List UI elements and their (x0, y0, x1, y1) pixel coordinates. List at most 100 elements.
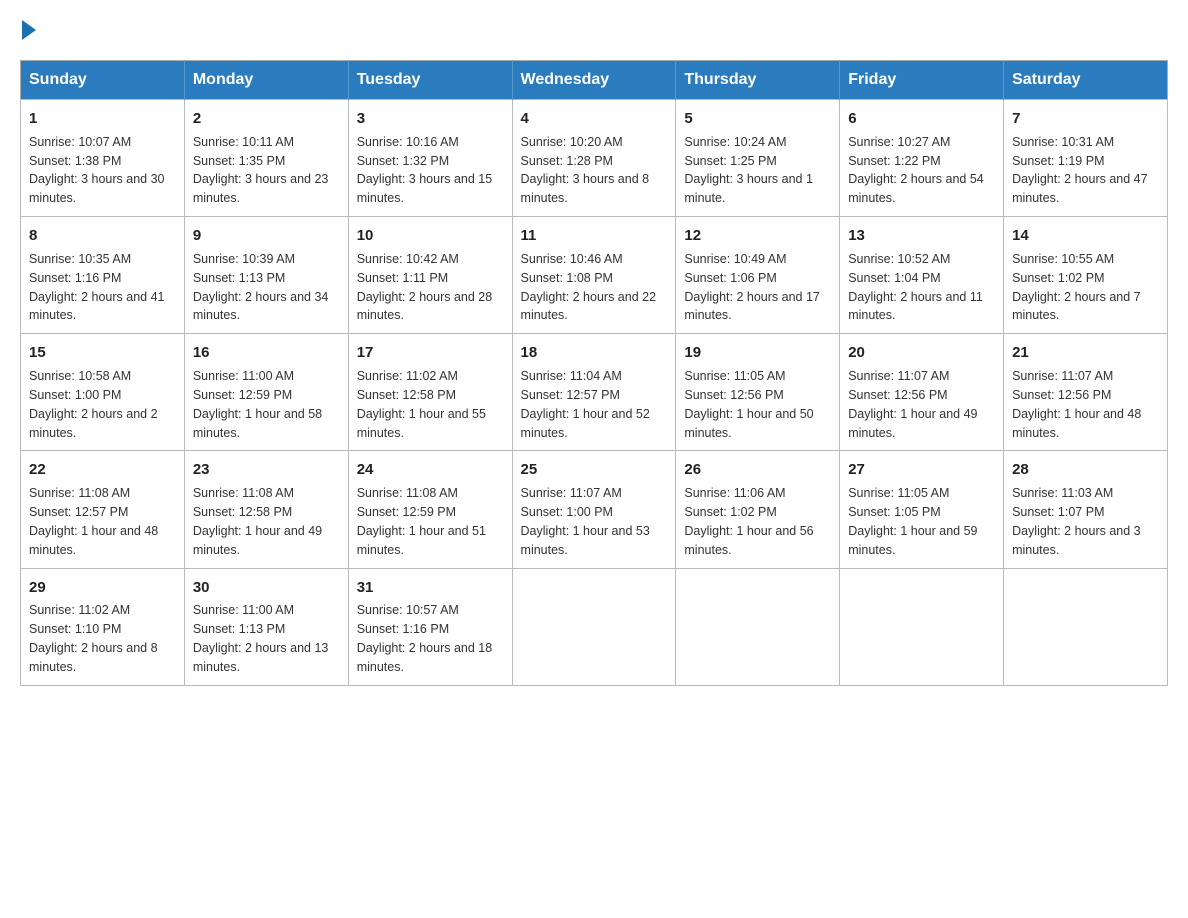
week-row-5: 29 Sunrise: 11:02 AMSunset: 1:10 PMDaylig… (21, 568, 1168, 685)
day-info: Sunrise: 10:49 AMSunset: 1:06 PMDaylight… (684, 252, 820, 323)
day-number: 13 (848, 225, 995, 247)
day-number: 21 (1012, 342, 1159, 364)
week-row-2: 8 Sunrise: 10:35 AMSunset: 1:16 PMDayligh… (21, 217, 1168, 334)
day-number: 8 (29, 225, 176, 247)
day-info: Sunrise: 10:16 AMSunset: 1:32 PMDaylight… (357, 135, 493, 206)
calendar-cell: 29 Sunrise: 11:02 AMSunset: 1:10 PMDaylig… (21, 568, 185, 685)
day-info: Sunrise: 10:42 AMSunset: 1:11 PMDaylight… (357, 252, 493, 323)
calendar-cell: 18Sunrise: 11:04 AMSunset: 12:57 PMDayli… (512, 334, 676, 451)
day-number: 14 (1012, 225, 1159, 247)
week-row-3: 15 Sunrise: 10:58 AMSunset: 1:00 PMDaylig… (21, 334, 1168, 451)
day-number: 30 (193, 577, 340, 599)
day-info: Sunrise: 11:02 AMSunset: 12:58 PMDayligh… (357, 369, 486, 440)
day-of-week-friday: Friday (840, 61, 1004, 100)
days-of-week-row: SundayMondayTuesdayWednesdayThursdayFrid… (21, 61, 1168, 100)
day-number: 19 (684, 342, 831, 364)
day-info: Sunrise: 10:55 AMSunset: 1:02 PMDaylight… (1012, 252, 1141, 323)
day-info: Sunrise: 10:35 AMSunset: 1:16 PMDaylight… (29, 252, 165, 323)
calendar-cell: 7 Sunrise: 10:31 AMSunset: 1:19 PMDayligh… (1004, 100, 1168, 217)
calendar-cell: 20 Sunrise: 11:07 AMSunset: 12:56 PMDayli… (840, 334, 1004, 451)
day-number: 23 (193, 459, 340, 481)
day-info: Sunrise: 10:27 AMSunset: 1:22 PMDaylight… (848, 135, 984, 206)
calendar-cell: 23Sunrise: 11:08 AMSunset: 12:58 PMDayli… (184, 451, 348, 568)
calendar-cell (1004, 568, 1168, 685)
calendar-cell: 22 Sunrise: 11:08 AMSunset: 12:57 PMDayli… (21, 451, 185, 568)
calendar-cell: 8 Sunrise: 10:35 AMSunset: 1:16 PMDayligh… (21, 217, 185, 334)
day-number: 31 (357, 577, 504, 599)
day-info: Sunrise: 11:08 AMSunset: 12:59 PMDayligh… (357, 486, 486, 557)
day-number: 5 (684, 108, 831, 130)
day-info: Sunrise: 10:39 AMSunset: 1:13 PMDaylight… (193, 252, 329, 323)
calendar-cell: 3 Sunrise: 10:16 AMSunset: 1:32 PMDayligh… (348, 100, 512, 217)
day-of-week-saturday: Saturday (1004, 61, 1168, 100)
day-of-week-monday: Monday (184, 61, 348, 100)
day-of-week-tuesday: Tuesday (348, 61, 512, 100)
calendar-cell: 30 Sunrise: 11:00 AMSunset: 1:13 PMDaylig… (184, 568, 348, 685)
calendar-cell: 2 Sunrise: 10:11 AMSunset: 1:35 PMDayligh… (184, 100, 348, 217)
day-info: Sunrise: 10:11 AMSunset: 1:35 PMDaylight… (193, 135, 329, 206)
day-info: Sunrise: 11:02 AMSunset: 1:10 PMDaylight… (29, 603, 158, 674)
calendar-cell: 9 Sunrise: 10:39 AMSunset: 1:13 PMDayligh… (184, 217, 348, 334)
day-info: Sunrise: 10:20 AMSunset: 1:28 PMDaylight… (521, 135, 650, 206)
day-info: Sunrise: 10:57 AMSunset: 1:16 PMDaylight… (357, 603, 493, 674)
page-header: Blue (20, 20, 1168, 40)
logo: Blue (20, 20, 38, 40)
day-of-week-thursday: Thursday (676, 61, 840, 100)
calendar-cell: 25Sunrise: 11:07 AMSunset: 1:00 PMDaylig… (512, 451, 676, 568)
day-info: Sunrise: 10:46 AMSunset: 1:08 PMDaylight… (521, 252, 657, 323)
day-number: 9 (193, 225, 340, 247)
day-number: 15 (29, 342, 176, 364)
day-number: 29 (29, 577, 176, 599)
day-info: Sunrise: 10:07 AMSunset: 1:38 PMDaylight… (29, 135, 165, 206)
day-info: Sunrise: 11:07 AMSunset: 12:56 PMDayligh… (848, 369, 977, 440)
calendar-cell: 28Sunrise: 11:03 AMSunset: 1:07 PMDaylig… (1004, 451, 1168, 568)
day-number: 27 (848, 459, 995, 481)
day-info: Sunrise: 11:06 AMSunset: 1:02 PMDaylight… (684, 486, 813, 557)
day-number: 7 (1012, 108, 1159, 130)
day-info: Sunrise: 10:52 AMSunset: 1:04 PMDaylight… (848, 252, 983, 323)
calendar-cell: 1 Sunrise: 10:07 AMSunset: 1:38 PMDayligh… (21, 100, 185, 217)
logo-triangle-icon (22, 20, 36, 40)
day-info: Sunrise: 11:07 AMSunset: 1:00 PMDaylight… (521, 486, 650, 557)
calendar-cell (840, 568, 1004, 685)
day-number: 16 (193, 342, 340, 364)
day-number: 20 (848, 342, 995, 364)
calendar-cell (676, 568, 840, 685)
day-number: 4 (521, 108, 668, 130)
calendar-cell (512, 568, 676, 685)
day-number: 22 (29, 459, 176, 481)
day-info: Sunrise: 10:24 AMSunset: 1:25 PMDaylight… (684, 135, 813, 206)
calendar-cell: 17 Sunrise: 11:02 AMSunset: 12:58 PMDayli… (348, 334, 512, 451)
day-info: Sunrise: 10:58 AMSunset: 1:00 PMDaylight… (29, 369, 158, 440)
day-info: Sunrise: 11:05 AMSunset: 12:56 PMDayligh… (684, 369, 813, 440)
day-info: Sunrise: 11:04 AMSunset: 12:57 PMDayligh… (521, 369, 650, 440)
day-number: 3 (357, 108, 504, 130)
week-row-1: 1 Sunrise: 10:07 AMSunset: 1:38 PMDayligh… (21, 100, 1168, 217)
day-number: 2 (193, 108, 340, 130)
calendar-cell: 11 Sunrise: 10:46 AMSunset: 1:08 PMDaylig… (512, 217, 676, 334)
day-number: 1 (29, 108, 176, 130)
day-number: 24 (357, 459, 504, 481)
day-info: Sunrise: 11:00 AMSunset: 1:13 PMDaylight… (193, 603, 329, 674)
calendar-cell: 14 Sunrise: 10:55 AMSunset: 1:02 PMDaylig… (1004, 217, 1168, 334)
calendar-cell: 15 Sunrise: 10:58 AMSunset: 1:00 PMDaylig… (21, 334, 185, 451)
week-row-4: 22 Sunrise: 11:08 AMSunset: 12:57 PMDayli… (21, 451, 1168, 568)
day-info: Sunrise: 11:07 AMSunset: 12:56 PMDayligh… (1012, 369, 1141, 440)
day-number: 11 (521, 225, 668, 247)
day-info: Sunrise: 11:08 AMSunset: 12:57 PMDayligh… (29, 486, 158, 557)
calendar-cell: 21 Sunrise: 11:07 AMSunset: 12:56 PMDayli… (1004, 334, 1168, 451)
day-number: 10 (357, 225, 504, 247)
calendar-header: SundayMondayTuesdayWednesdayThursdayFrid… (21, 61, 1168, 100)
day-info: Sunrise: 10:31 AMSunset: 1:19 PMDaylight… (1012, 135, 1148, 206)
day-number: 26 (684, 459, 831, 481)
calendar-cell: 5 Sunrise: 10:24 AMSunset: 1:25 PMDayligh… (676, 100, 840, 217)
calendar-cell: 6 Sunrise: 10:27 AMSunset: 1:22 PMDayligh… (840, 100, 1004, 217)
day-of-week-wednesday: Wednesday (512, 61, 676, 100)
day-number: 17 (357, 342, 504, 364)
day-number: 6 (848, 108, 995, 130)
calendar-cell: 13 Sunrise: 10:52 AMSunset: 1:04 PMDaylig… (840, 217, 1004, 334)
day-number: 28 (1012, 459, 1159, 481)
day-info: Sunrise: 11:00 AMSunset: 12:59 PMDayligh… (193, 369, 322, 440)
calendar-cell: 4 Sunrise: 10:20 AMSunset: 1:28 PMDayligh… (512, 100, 676, 217)
day-info: Sunrise: 11:05 AMSunset: 1:05 PMDaylight… (848, 486, 977, 557)
